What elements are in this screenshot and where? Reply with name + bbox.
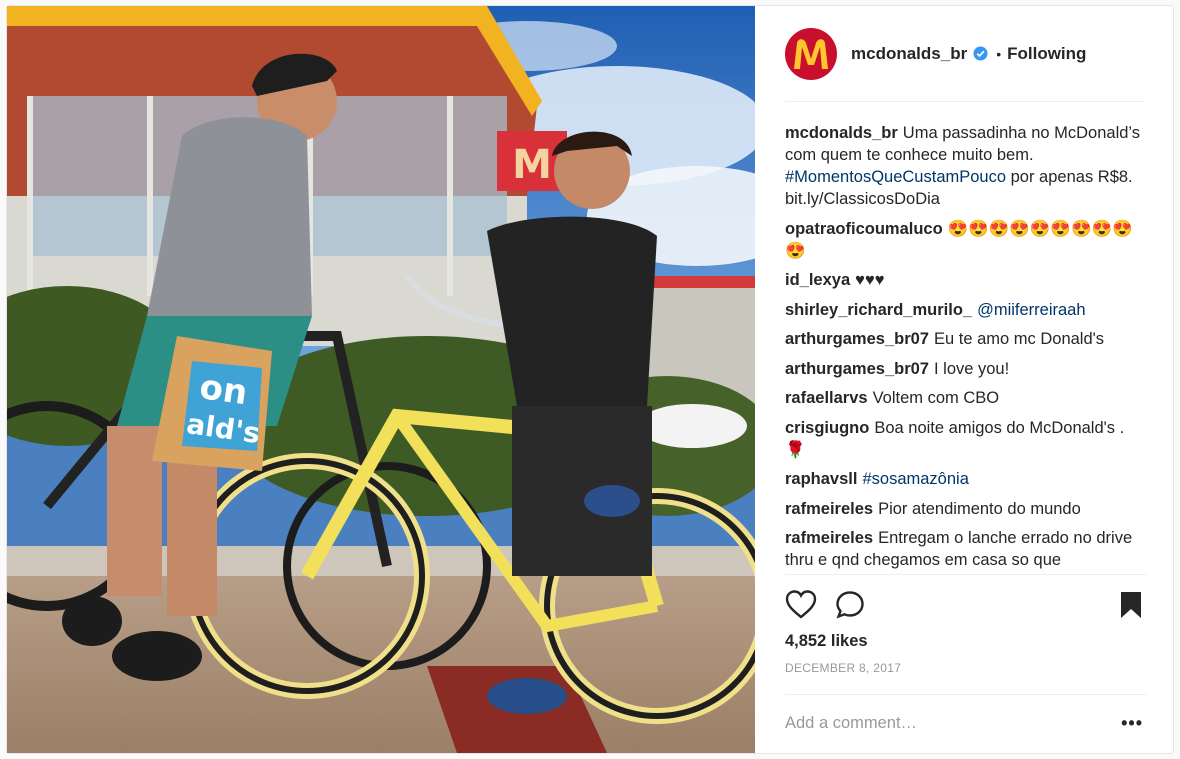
comment-item: shirley_richard_murilo_ @miiferreiraah [785,299,1147,321]
comments-list[interactable]: mcdonalds_br Uma passadinha no McDonald’s… [785,122,1147,574]
comment-mention[interactable]: @miiferreiraah [977,301,1085,319]
mcdonalds-logo-icon [794,38,828,69]
comment-icon[interactable] [835,590,867,620]
avatar[interactable] [785,27,837,80]
comment-text: Eu te amo mc Donald's [933,330,1105,348]
more-options-icon[interactable]: ••• [1121,713,1143,734]
header-separator: • [996,45,1002,62]
svg-text:on: on [197,367,250,413]
comment-input[interactable] [785,714,1105,733]
comment-item: rafmeireles Entregam o lanche errado no d… [785,527,1147,571]
comment-item: id_lexya ♥♥♥ [785,269,1147,291]
caption: mcdonalds_br Uma passadinha no McDonald’s… [785,122,1147,210]
comment-username[interactable]: shirley_richard_murilo_ [785,301,972,319]
comment-mention[interactable]: #sosamazônia [862,470,968,488]
comment-item: raphavsll #sosamazônia [785,468,1147,490]
comment-username[interactable]: arthurgames_br07 [785,330,929,348]
post-actions: 4,852 likes DECEMBER 8, 2017 ••• [785,574,1147,754]
heart-icon[interactable] [785,590,817,620]
instagram-post: M on ald's mcdonalds_br • Following mcdo… [6,5,1174,754]
comment-item: crisgiugno Boa noite amigos do McDonald's… [785,417,1147,461]
add-comment-bar: ••• [785,694,1147,752]
account-username[interactable]: mcdonalds_br [851,44,967,64]
bookmark-icon[interactable] [1117,590,1149,620]
comment-text: I love you! [933,359,1010,378]
post-sidebar: mcdonalds_br • Following mcdonalds_br Uma… [755,6,1173,753]
comment-item: arthurgames_br07 Eu te amo mc Donald's [785,328,1147,350]
comment-item: arthurgames_br07 I love you! [785,358,1147,380]
comment-text: Voltem com CBO [872,389,1000,407]
verified-badge-icon [973,46,988,61]
comment-username[interactable]: arthurgames_br07 [785,360,929,378]
comment-username[interactable]: rafmeireles [785,500,873,518]
post-date[interactable]: DECEMBER 8, 2017 [785,661,901,675]
following-button[interactable]: Following [1007,44,1086,64]
caption-hashtag[interactable]: #MomentosQueCustamPouco [785,168,1006,186]
comment-username[interactable]: id_lexya [785,271,850,289]
post-header-meta: mcdonalds_br • Following [851,44,1086,64]
comment-text: Pior atendimento do mundo [878,499,1081,518]
comment-username[interactable]: opatraoficoumaluco [785,220,943,238]
comment-username[interactable]: crisgiugno [785,419,869,437]
comment-username[interactable]: raphavsll [785,470,857,488]
post-photo-illustration: M on ald's [7,6,755,753]
comment-item: rafaellarvs Voltem com CBO [785,387,1147,409]
comment-username[interactable]: rafaellarvs [785,389,868,407]
comment-username[interactable]: rafmeireles [785,529,873,547]
comment-item: opatraoficoumaluco 😍😍😍😍😍😍😍😍😍😍 [785,218,1147,262]
likes-count[interactable]: 4,852 likes [785,632,868,651]
post-header: mcdonalds_br • Following [785,24,1145,102]
comment-item: rafmeireles Pior atendimento do mundo [785,498,1147,520]
caption-username[interactable]: mcdonalds_br [785,124,898,142]
comment-text: ♥♥♥ [855,271,885,289]
action-icons [785,590,1147,620]
post-photo[interactable]: M on ald's [7,6,755,753]
svg-text:M: M [512,142,552,188]
